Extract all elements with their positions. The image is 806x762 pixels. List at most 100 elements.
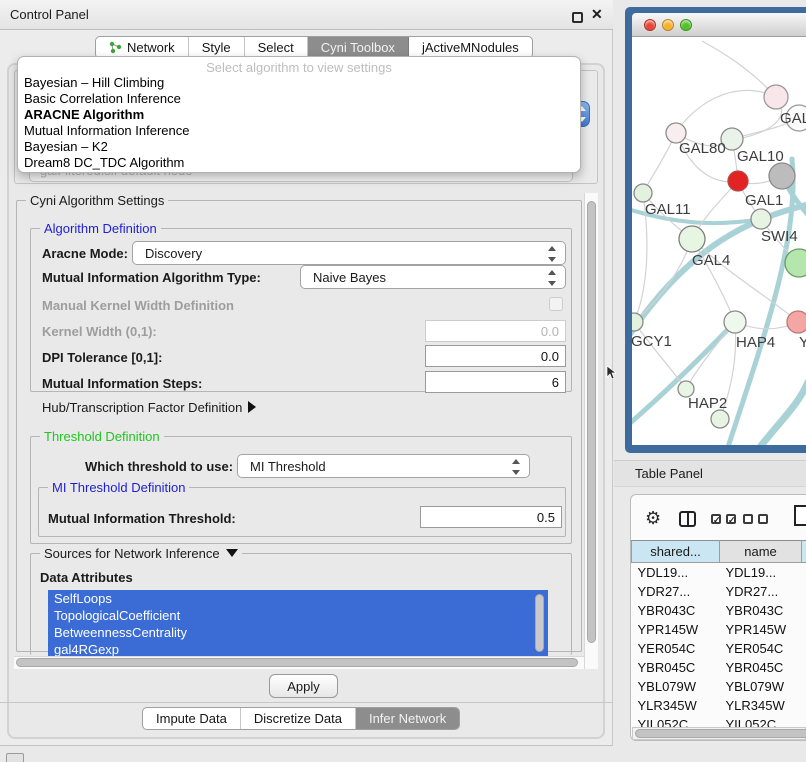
hub-factor-expander[interactable]: Hub/Transcription Factor Definition xyxy=(42,400,256,415)
apply-button[interactable]: Apply xyxy=(269,674,338,698)
node-table[interactable]: shared... name A YDL19...YDL19...13 YDR2… xyxy=(631,540,806,734)
tab-style[interactable]: Style xyxy=(189,37,245,58)
table-hscroll-track[interactable] xyxy=(632,727,806,740)
dropdown-item[interactable]: Bayesian – Hill Climbing xyxy=(18,75,580,91)
dropdown-item[interactable]: Bayesian – K2 xyxy=(18,139,580,155)
dropdown-hint: Select algorithm to view settings xyxy=(18,60,580,75)
tab-infer-network[interactable]: Infer Network xyxy=(356,708,459,729)
checkbox-unchecked-icon[interactable] xyxy=(758,514,768,524)
node-label: GAL4 xyxy=(692,252,730,269)
minimize-traffic-light[interactable] xyxy=(662,19,674,31)
mi-threshold-label: Mutual Information Threshold: xyxy=(48,511,236,526)
node-swi4 xyxy=(785,249,806,277)
table-row[interactable]: YDR27...YDR27...12 xyxy=(632,582,806,601)
checkbox-unchecked-icon[interactable] xyxy=(743,514,753,524)
node-label: GAL1 xyxy=(745,192,783,209)
app-root: Control Panel ✕ Network Style Select xyxy=(0,0,806,762)
columns-icon[interactable] xyxy=(679,511,696,527)
table-row[interactable]: YPR145WYPR145W9. xyxy=(632,620,806,639)
close-icon[interactable]: ✕ xyxy=(591,6,603,23)
tab-discretize-data[interactable]: Discretize Data xyxy=(241,708,356,729)
collapse-down-icon xyxy=(226,549,238,557)
combo-arrows-icon xyxy=(548,270,557,286)
mi-threshold-field[interactable] xyxy=(420,506,562,528)
table-row[interactable]: YBR045CYBR045C9. xyxy=(632,658,806,677)
float-window-icon[interactable] xyxy=(572,12,583,23)
node-label: GAL11 xyxy=(645,201,691,218)
table-row[interactable]: YBL079WYBL079W xyxy=(632,677,806,696)
tab-network[interactable]: Network xyxy=(96,37,189,58)
expand-right-icon xyxy=(248,401,256,413)
dpi-tolerance-label: DPI Tolerance [0,1]: xyxy=(42,350,162,365)
checkbox-checked-icon[interactable]: ✓ xyxy=(726,514,736,524)
dropdown-item-selected[interactable]: ARACNE Algorithm xyxy=(18,107,580,123)
column-header-name[interactable]: name xyxy=(720,541,802,563)
list-item[interactable]: TopologicalCoefficient xyxy=(48,607,548,624)
list-scrollbar[interactable] xyxy=(535,594,544,652)
node-label: SWI4 xyxy=(761,228,798,245)
tab-cyni-toolbox[interactable]: Cyni Toolbox xyxy=(308,37,409,58)
settings-hscroll-thumb[interactable] xyxy=(16,658,578,667)
node-label: HAP4 xyxy=(736,334,775,351)
tab-select[interactable]: Select xyxy=(245,37,308,58)
which-threshold-combo[interactable]: MI Threshold xyxy=(237,454,530,478)
node-label: HAP2 xyxy=(688,395,727,412)
cyni-settings-legend: Cyni Algorithm Settings xyxy=(26,193,168,208)
node-label: GAL10 xyxy=(737,148,784,165)
algorithm-definition-legend: Algorithm Definition xyxy=(40,221,161,236)
zoom-traffic-light[interactable] xyxy=(680,19,692,31)
dropdown-item[interactable]: Dream8 DC_TDC Algorithm xyxy=(18,155,580,171)
node-gal11 xyxy=(634,184,652,202)
table-header-row: shared... name A xyxy=(632,541,806,563)
list-item[interactable]: BetweennessCentrality xyxy=(48,624,548,641)
mi-algorithm-type-label: Mutual Information Algorithm Type: xyxy=(42,270,261,285)
algorithm-dropdown-popup: Select algorithm to view settings Bayesi… xyxy=(17,56,581,173)
node-label: GCY1 xyxy=(631,333,672,350)
new-table-icon[interactable] xyxy=(794,505,806,526)
mi-steps-field[interactable] xyxy=(425,371,566,393)
settings-vscroll-thumb[interactable] xyxy=(587,201,596,643)
mi-algorithm-type-combo[interactable]: Naive Bayes xyxy=(300,265,566,289)
data-attributes-list[interactable]: SelfLoops TopologicalCoefficient Between… xyxy=(48,590,548,658)
aracne-mode-label: Aracne Mode: xyxy=(42,246,128,261)
node-label: GAL80 xyxy=(679,140,726,157)
kernel-width-field[interactable] xyxy=(425,320,566,342)
settings-vscroll-track[interactable] xyxy=(584,193,598,669)
threshold-definition-legend: Threshold Definition xyxy=(40,429,164,444)
node-hap4 xyxy=(724,311,746,333)
gear-icon[interactable]: ⚙ xyxy=(645,508,661,529)
table-panel-title: Table Panel xyxy=(635,466,703,481)
manual-kernel-width-label: Manual Kernel Width Definition xyxy=(42,298,234,313)
settings-hscroll-track[interactable] xyxy=(14,656,584,669)
node-gal-pink xyxy=(764,85,788,109)
network-window-titlebar[interactable] xyxy=(632,13,806,37)
mi-steps-label: Mutual Information Steps: xyxy=(42,376,202,391)
dropdown-item[interactable]: Mutual Information Inference xyxy=(18,123,580,139)
table-row[interactable]: YER054CYER054C8. xyxy=(632,639,806,658)
manual-kernel-width-checkbox[interactable] xyxy=(549,297,563,311)
table-row[interactable]: YDL19...YDL19...13 xyxy=(632,563,806,582)
node-salmon xyxy=(787,311,806,333)
column-header-partial[interactable]: A xyxy=(802,541,806,563)
aracne-mode-combo[interactable]: Discovery xyxy=(132,241,566,265)
dpi-tolerance-field[interactable] xyxy=(425,345,566,367)
table-row[interactable]: YBR043CYBR043C xyxy=(632,601,806,620)
tab-impute-data[interactable]: Impute Data xyxy=(143,708,241,729)
data-attributes-label: Data Attributes xyxy=(40,570,133,585)
node-label: GAL xyxy=(780,110,806,127)
table-hscroll-thumb[interactable] xyxy=(635,729,806,738)
sources-legend[interactable]: Sources for Network Inference xyxy=(40,546,242,561)
list-item[interactable]: SelfLoops xyxy=(48,590,548,607)
combo-arrows-icon xyxy=(512,459,521,475)
node xyxy=(711,410,729,428)
close-traffic-light[interactable] xyxy=(644,19,656,31)
table-row[interactable]: YLR345WYLR345W9. xyxy=(632,696,806,715)
node-label: Y xyxy=(799,334,806,351)
mi-threshold-definition-legend: MI Threshold Definition xyxy=(48,480,189,495)
column-header-shared-name[interactable]: shared... xyxy=(632,541,720,563)
checkbox-checked-icon[interactable]: ✓ xyxy=(711,514,721,524)
node-gal1 xyxy=(751,209,771,229)
tab-jactivemnodules[interactable]: jActiveMNodules xyxy=(409,37,532,58)
floating-panel-icon[interactable] xyxy=(6,753,24,762)
dropdown-item[interactable]: Basic Correlation Inference xyxy=(18,91,580,107)
